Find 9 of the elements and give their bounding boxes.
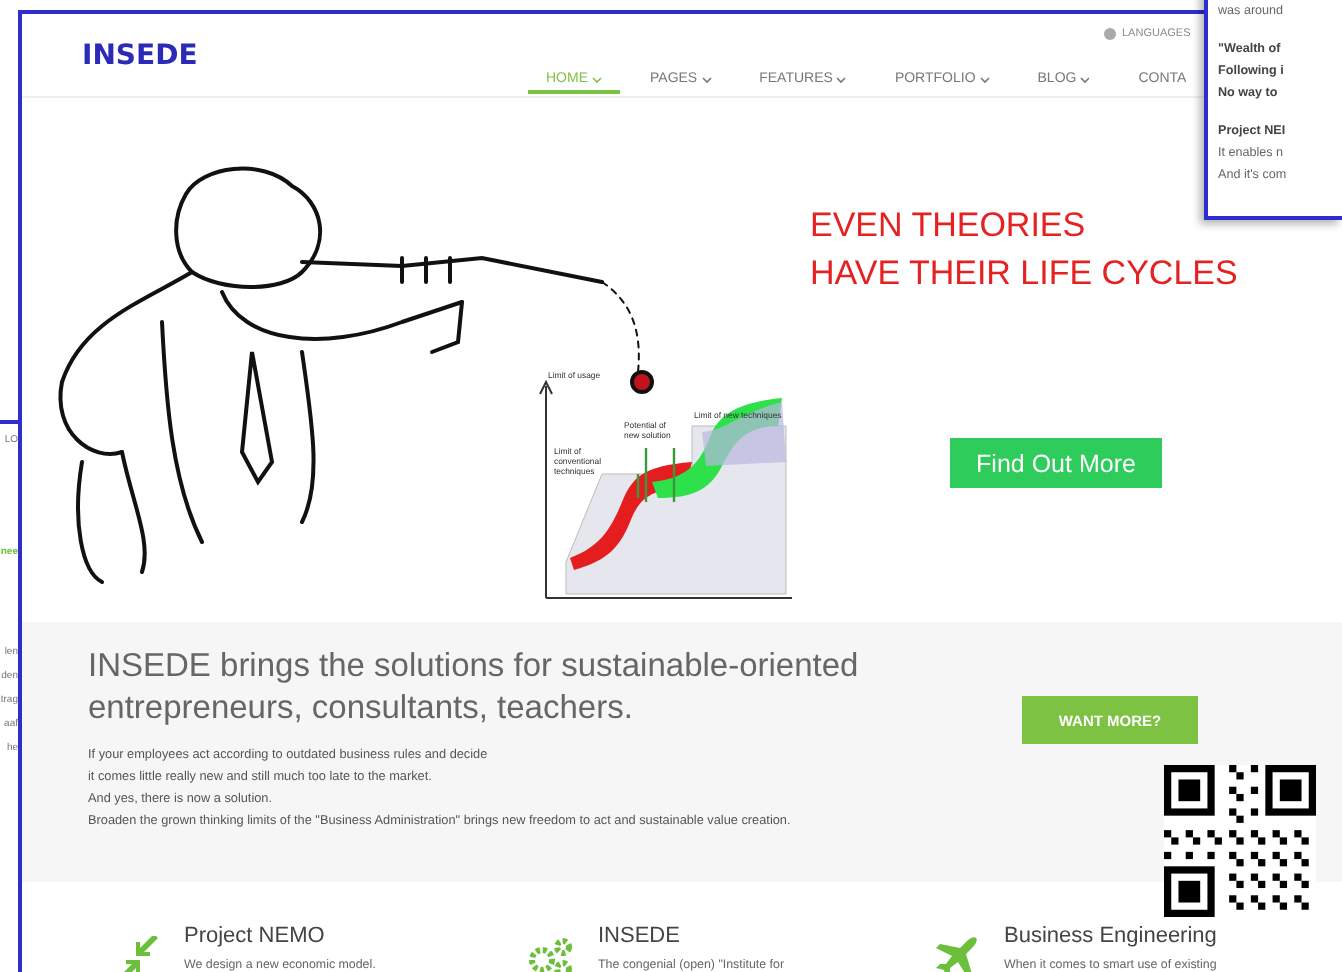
- site-logo[interactable]: INSEDE: [82, 39, 198, 71]
- globe-icon: [1104, 28, 1116, 40]
- hero-headline: EVEN THEORIES HAVE THEIR LIFE CYCLES: [810, 204, 1238, 296]
- airplane-icon: [936, 936, 980, 972]
- feature-title: INSEDE: [598, 922, 682, 950]
- gears-icon: [526, 936, 574, 972]
- intro-heading: INSEDE brings the solutions for sustainable-oriented entrepreneurs, consultants, teachers.: [88, 646, 861, 730]
- feature-title: Business Engineering: [1004, 922, 1217, 950]
- feature-title: Project NEMO: [184, 922, 327, 950]
